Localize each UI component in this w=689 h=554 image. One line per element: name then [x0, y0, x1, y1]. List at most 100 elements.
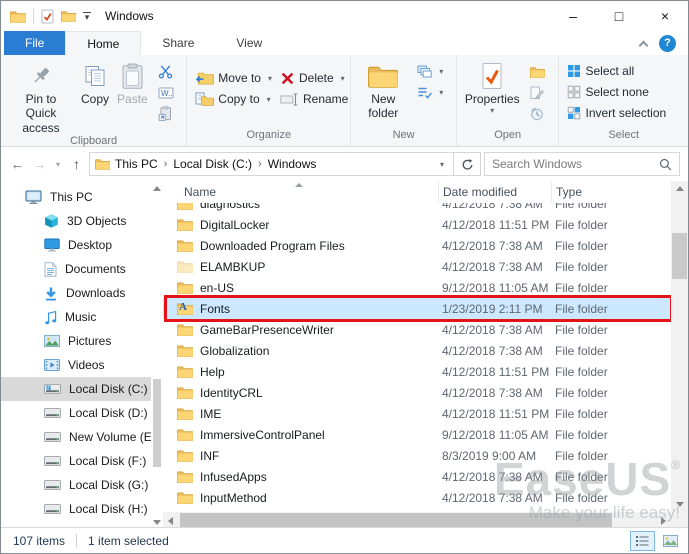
scroll-up-icon[interactable]: [151, 181, 163, 195]
file-name: ELAMBKUP: [200, 259, 266, 274]
scroll-up-icon[interactable]: [671, 181, 688, 196]
sidebar-item-label: New Volume (E:): [69, 430, 160, 444]
sidebar-item-videos[interactable]: Videos: [1, 353, 163, 377]
paste-shortcut-button[interactable]: [154, 103, 178, 124]
recent-locations-button[interactable]: ▾: [52, 160, 64, 169]
file-row[interactable]: A IdentityCRL 4/12/2018 7:38 AM File fol…: [163, 382, 671, 403]
breadcrumb-this-pc[interactable]: This PC: [110, 157, 163, 171]
column-header-type[interactable]: Type: [551, 181, 671, 203]
forward-button[interactable]: →: [30, 156, 49, 172]
delete-button[interactable]: Delete ▾: [276, 68, 352, 88]
file-list: Name Date modified Type A diagnostics 4/…: [163, 181, 688, 529]
details-view-button[interactable]: [630, 530, 655, 551]
sidebar-item-documents[interactable]: Documents: [1, 257, 163, 281]
new-item-button[interactable]: ▾: [413, 61, 447, 82]
sidebar-item-new-volume-e[interactable]: New Volume (E:): [1, 425, 163, 449]
sidebar-item-3d-objects[interactable]: 3D Objects: [1, 209, 163, 233]
sidebar-item-music[interactable]: Music: [1, 305, 163, 329]
select-all-button[interactable]: Select all: [563, 61, 670, 81]
toolbar-separator: [33, 8, 34, 24]
history-button[interactable]: [526, 103, 549, 124]
column-header-name[interactable]: Name: [163, 181, 438, 203]
copy-button[interactable]: Copy: [77, 58, 113, 106]
sidebar-item-local-disk-g[interactable]: Local Disk (G:): [1, 473, 163, 497]
cut-button[interactable]: [154, 61, 178, 82]
customize-quick-access-icon[interactable]: ▾: [83, 11, 91, 22]
properties-qat-icon[interactable]: [41, 9, 54, 24]
file-row[interactable]: A Help 4/12/2018 11:51 PM File folder: [163, 361, 671, 382]
tab-file[interactable]: File: [4, 31, 66, 55]
edit-button[interactable]: [526, 82, 549, 103]
file-row[interactable]: A GameBarPresenceWriter 4/12/2018 7:38 A…: [163, 319, 671, 340]
sidebar-scrollbar-thumb[interactable]: [153, 379, 161, 467]
new-folder-button[interactable]: New folder: [355, 58, 411, 121]
rename-icon: [280, 92, 299, 106]
properties-button[interactable]: Properties ▾: [461, 58, 524, 115]
close-button[interactable]: ×: [642, 1, 688, 31]
file-name: INF: [200, 448, 220, 463]
copy-path-button[interactable]: W..: [154, 82, 178, 103]
tab-view[interactable]: View: [215, 31, 283, 55]
file-row[interactable]: A ImmersiveControlPanel 9/12/2018 11:05 …: [163, 424, 671, 445]
tab-home[interactable]: Home: [65, 31, 142, 55]
address-dropdown-icon[interactable]: ▾: [431, 160, 453, 169]
sidebar-item-local-disk-c[interactable]: Local Disk (C:): [1, 377, 163, 401]
file-row[interactable]: A ELAMBKUP 4/12/2018 7:38 AM File folder: [163, 256, 671, 277]
move-to-icon: [195, 71, 215, 85]
file-row[interactable]: A Fonts 1/23/2019 2:11 PM File folder: [163, 295, 673, 322]
minimize-button[interactable]: –: [550, 1, 596, 31]
folder-qat-icon[interactable]: [61, 10, 76, 22]
scroll-down-icon[interactable]: [671, 497, 688, 512]
invert-selection-button[interactable]: Invert selection: [563, 103, 670, 123]
file-row[interactable]: A InputMethod 4/12/2018 7:38 AM File fol…: [163, 487, 671, 508]
file-type: File folder: [555, 406, 608, 421]
copy-to-button[interactable]: Copy to ▾: [191, 89, 276, 109]
sidebar-item-desktop[interactable]: Desktop: [1, 233, 163, 257]
paste-button[interactable]: Paste: [113, 58, 152, 106]
refresh-button[interactable]: [453, 153, 480, 175]
move-to-button[interactable]: Move to ▾: [191, 68, 276, 88]
address-box[interactable]: This PC › Local Disk (C:) › Windows ▾: [89, 152, 481, 176]
sidebar-item-pictures[interactable]: Pictures: [1, 329, 163, 353]
rename-button[interactable]: Rename: [276, 89, 352, 109]
back-button[interactable]: ←: [8, 156, 27, 172]
sidebar-item-local-disk-h[interactable]: Local Disk (H:): [1, 497, 163, 521]
file-row[interactable]: A Downloaded Program Files 4/12/2018 7:3…: [163, 235, 671, 256]
file-row[interactable]: A IME 4/12/2018 11:51 PM File folder: [163, 403, 671, 424]
file-date-modified: 4/12/2018 7:38 AM: [442, 343, 543, 358]
easy-access-button[interactable]: ▾: [413, 82, 447, 103]
breadcrumb-windows[interactable]: Windows: [263, 157, 322, 171]
file-date-modified: 8/3/2019 9:00 AM: [442, 448, 537, 463]
pin-to-quick-access-button[interactable]: Pin to Quick access: [5, 58, 77, 135]
thumbnails-view-button[interactable]: [658, 531, 683, 551]
computer-icon: [25, 190, 42, 205]
file-row[interactable]: A en-US 9/12/2018 11:05 AM File folder: [163, 277, 671, 298]
file-row[interactable]: A Globalization 4/12/2018 7:38 AM File f…: [163, 340, 671, 361]
search-input[interactable]: [492, 157, 659, 171]
open-button[interactable]: [526, 61, 549, 82]
vertical-scrollbar-thumb[interactable]: [672, 233, 687, 279]
folder-icon: [177, 344, 193, 357]
sidebar-item-downloads[interactable]: Downloads: [1, 281, 163, 305]
vertical-scrollbar[interactable]: [671, 181, 688, 512]
file-row[interactable]: A DigitalLocker 4/12/2018 11:51 PM File …: [163, 214, 671, 235]
maximize-button[interactable]: □: [596, 1, 642, 31]
sidebar-scrollbar[interactable]: [151, 181, 163, 529]
collapse-ribbon-icon[interactable]: [638, 40, 649, 50]
tab-share[interactable]: Share: [141, 31, 215, 55]
up-button[interactable]: ↑: [67, 156, 86, 172]
file-row[interactable]: A INF 8/3/2019 9:00 AM File folder: [163, 445, 671, 466]
sidebar-item-local-disk-f[interactable]: Local Disk (F:): [1, 449, 163, 473]
folder-icon: [177, 407, 193, 420]
sidebar-item-label: Downloads: [66, 286, 126, 300]
breadcrumb-local-disk-c[interactable]: Local Disk (C:): [168, 157, 257, 171]
column-header-date-modified[interactable]: Date modified: [438, 181, 551, 203]
status-bar: 107 items 1 item selected: [1, 527, 688, 553]
help-button[interactable]: ?: [659, 34, 676, 52]
folder-icon: [177, 491, 193, 504]
sidebar-item-this-pc[interactable]: This PC: [1, 185, 163, 209]
horizontal-scrollbar-thumb[interactable]: [180, 513, 612, 528]
sidebar-item-local-disk-d[interactable]: Local Disk (D:): [1, 401, 163, 425]
select-none-button[interactable]: Select none: [563, 82, 670, 102]
file-row[interactable]: A InfusedApps 4/12/2018 7:38 AM File fol…: [163, 466, 671, 487]
